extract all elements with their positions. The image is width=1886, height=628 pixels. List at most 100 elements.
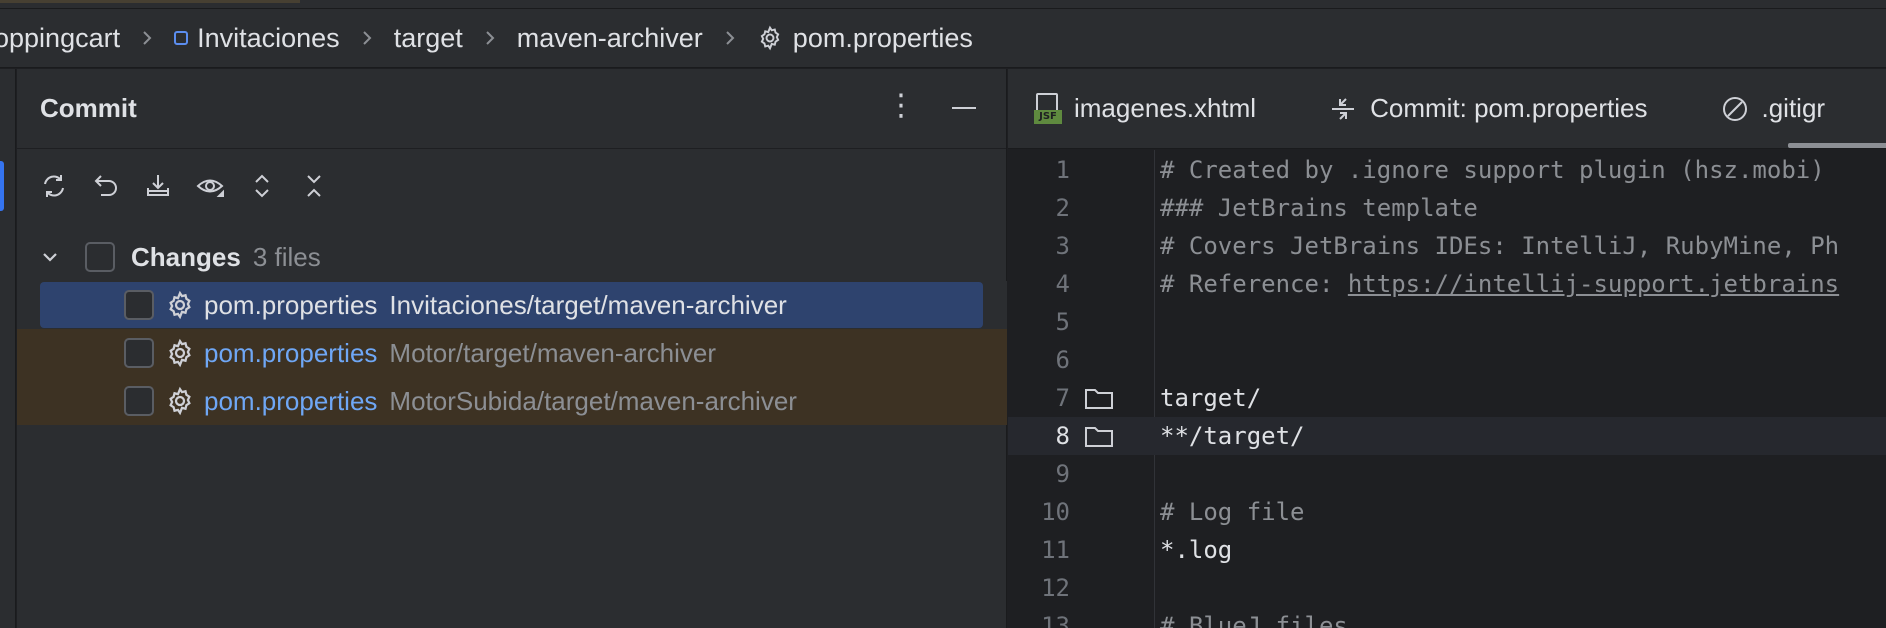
code-line-current: 8 **/target/ (1008, 417, 1886, 455)
shelve-icon[interactable] (141, 169, 175, 203)
code-line: 10 # Log file (1008, 493, 1886, 531)
expand-all-icon[interactable] (245, 169, 279, 203)
line-number: 8 (1055, 422, 1070, 450)
line-text: # BlueJ files (1160, 612, 1348, 628)
more-options-icon[interactable]: ⋮ (886, 91, 916, 121)
code-line: 6 (1008, 341, 1886, 379)
line-number: 6 (1055, 346, 1070, 374)
breadcrumb-item-file[interactable]: pom.properties (757, 23, 973, 54)
code-line: 5 (1008, 303, 1886, 341)
changes-group-count: 3 files (252, 241, 321, 272)
refresh-icon[interactable] (37, 169, 71, 203)
breadcrumb-item-target[interactable]: target (394, 23, 463, 54)
line-text: ### JetBrains template (1160, 194, 1478, 222)
collapse-all-icon[interactable] (297, 169, 331, 203)
commit-toolbar (37, 166, 331, 206)
breadcrumb-module-label: Invitaciones (197, 22, 340, 53)
breadcrumb-file-label: pom.properties (792, 22, 973, 53)
chevron-right-icon (723, 29, 737, 47)
line-number: 12 (1041, 574, 1070, 602)
tab-imagenes-xhtml[interactable]: JSF imagenes.xhtml (1034, 92, 1257, 125)
changes-group-row[interactable]: Changes 3 files (17, 233, 1007, 281)
code-line: 2 ### JetBrains template (1008, 189, 1886, 227)
line-text: **/target/ (1160, 422, 1305, 450)
file-path: Motor/target/maven-archiver (389, 337, 716, 368)
code-line: 13 # BlueJ files (1008, 607, 1886, 628)
breadcrumb-item-module[interactable]: Invitaciones (174, 23, 340, 54)
tab-label: .gitigr (1761, 93, 1826, 123)
file-checkbox[interactable] (124, 386, 154, 416)
changed-file-row[interactable]: pom.properties MotorSubida/target/maven-… (17, 377, 1007, 425)
file-checkbox[interactable] (124, 290, 154, 320)
properties-file-icon (165, 386, 195, 416)
line-number: 5 (1055, 308, 1070, 336)
preview-icon[interactable] (193, 169, 227, 203)
module-icon (174, 31, 189, 45)
tab-commit-pom-properties[interactable]: Commit: pom.properties (1328, 93, 1648, 124)
file-checkbox[interactable] (124, 338, 154, 368)
code-line: 9 (1008, 455, 1886, 493)
line-number: 3 (1055, 232, 1070, 260)
line-number: 13 (1041, 612, 1070, 628)
line-text: # Log file (1160, 498, 1305, 526)
code-line: 3 # Covers JetBrains IDEs: IntelliJ, Rub… (1008, 227, 1886, 265)
gear-icon (757, 25, 783, 51)
code-line: 12 (1008, 569, 1886, 607)
code-editor[interactable]: 1 # Created by .ignore support plugin (h… (1008, 150, 1886, 628)
editor-area: JSF imagenes.xhtml Commit: pom.propertie… (1008, 69, 1886, 628)
folder-icon (1084, 424, 1114, 448)
line-number: 7 (1055, 384, 1070, 412)
line-text: # Reference: https://intellij-support.je… (1160, 270, 1839, 298)
window-top-strip (0, 0, 1886, 9)
file-path: MotorSubida/target/maven-archiver (389, 385, 797, 416)
changes-group-label: Changes (131, 241, 241, 272)
changes-group-checkbox[interactable] (85, 242, 115, 272)
tab-gitignore[interactable]: .gitigr (1720, 93, 1826, 124)
line-text: target/ (1160, 384, 1262, 412)
code-line: 7 target/ (1008, 379, 1886, 417)
chevron-down-icon[interactable] (41, 248, 59, 266)
line-text: # Created by .ignore support plugin (hsz… (1160, 156, 1825, 184)
folder-icon (1084, 386, 1114, 410)
properties-file-icon (165, 290, 195, 320)
commit-header: Commit ⋮ (17, 69, 1006, 149)
line-text: *.log (1160, 536, 1233, 564)
tool-window-strip (0, 69, 16, 628)
line-text-prefix: # Reference: (1160, 270, 1348, 298)
active-tab-indicator (1788, 143, 1886, 148)
breadcrumb: oppingcart Invitaciones target maven-arc… (0, 9, 1886, 68)
ignore-file-icon (1720, 94, 1750, 124)
code-line: 1 # Created by .ignore support plugin (h… (1008, 151, 1886, 189)
commit-icon (1328, 94, 1358, 124)
top-strip-highlight (0, 0, 300, 3)
line-number: 4 (1055, 270, 1070, 298)
commit-title: Commit (40, 93, 137, 123)
line-text: # Covers JetBrains IDEs: IntelliJ, RubyM… (1160, 232, 1840, 260)
breadcrumb-item-maven-archiver[interactable]: maven-archiver (517, 23, 703, 54)
changes-tree: Changes 3 files pom.properties Invitacio… (17, 233, 1007, 425)
changed-file-row[interactable]: pom.properties Motor/target/maven-archiv… (17, 329, 1007, 377)
chevron-right-icon (360, 29, 374, 47)
line-number: 10 (1041, 498, 1070, 526)
properties-file-icon (165, 338, 195, 368)
code-line: 4 # Reference: https://intellij-support.… (1008, 265, 1886, 303)
commit-tool-window: Commit ⋮ Changes 3 files pom.properties … (17, 69, 1007, 628)
editor-tabs: JSF imagenes.xhtml Commit: pom.propertie… (1008, 69, 1886, 149)
file-name: pom.properties (204, 337, 378, 368)
file-name: pom.properties (204, 385, 378, 416)
line-number: 1 (1055, 156, 1070, 184)
file-path: Invitaciones/target/maven-archiver (389, 289, 787, 320)
jsf-file-icon: JSF (1034, 92, 1062, 125)
changed-file-row[interactable]: pom.properties Invitaciones/target/maven… (17, 281, 1007, 329)
reference-link[interactable]: https://intellij-support.jetbrains (1348, 270, 1839, 298)
tab-label: imagenes.xhtml (1074, 93, 1257, 123)
minimize-icon[interactable] (952, 107, 976, 109)
breadcrumb-item-project[interactable]: oppingcart (0, 23, 120, 54)
chevron-right-icon (483, 29, 497, 47)
rollback-icon[interactable] (89, 169, 123, 203)
chevron-right-icon (140, 29, 154, 47)
active-tool-indicator[interactable] (0, 161, 4, 211)
line-number: 11 (1041, 536, 1070, 564)
code-line: 11 *.log (1008, 531, 1886, 569)
line-number: 9 (1055, 460, 1070, 488)
